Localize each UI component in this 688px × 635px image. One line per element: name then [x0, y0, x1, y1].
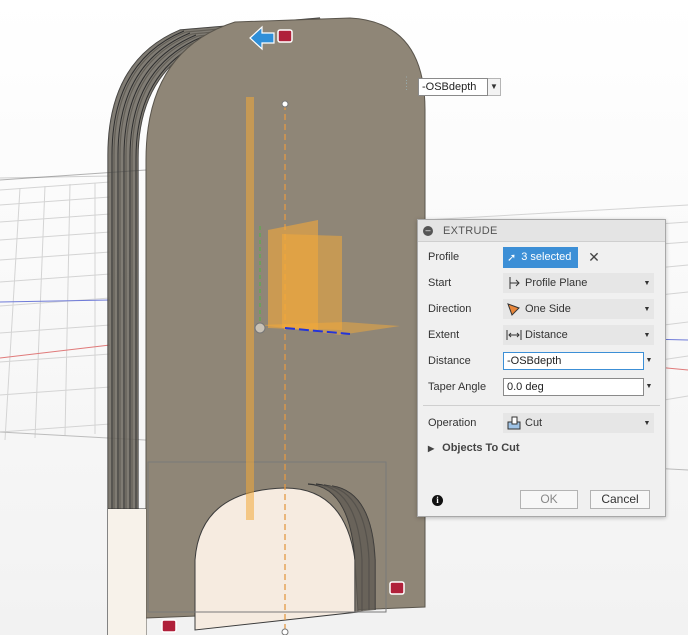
extent-label: Extent [428, 329, 460, 341]
taper-angle-label: Taper Angle [428, 381, 487, 393]
distance-input[interactable]: -OSBdepth [503, 352, 644, 370]
extrude-dialog: – EXTRUDE Profile ➚ 3 selected ✕ Start P… [417, 219, 666, 517]
floating-distance-entry[interactable]: ⋮ ⋮ -OSBdepth ▼ [402, 76, 501, 97]
profile-row: Profile ➚ 3 selected ✕ [418, 246, 667, 268]
clear-selection-icon[interactable]: ✕ [587, 246, 601, 268]
extent-dropdown[interactable]: Distance ▼ [503, 325, 654, 345]
chevron-down-icon: ▼ [643, 331, 651, 339]
cancel-button[interactable]: Cancel [590, 490, 650, 509]
start-value: Profile Plane [525, 277, 588, 289]
distance-label: Distance [428, 355, 471, 367]
cut-icon [506, 416, 522, 430]
dialog-footer: i OK Cancel [418, 490, 667, 512]
start-label: Start [428, 277, 452, 289]
taper-angle-row: Taper Angle 0.0 deg ▼ [418, 376, 667, 398]
direction-label: Direction [428, 303, 472, 315]
objects-to-cut-section[interactable]: ▶ Objects To Cut [428, 442, 520, 454]
profile-selection-count: 3 selected [521, 251, 572, 263]
chevron-down-icon: ▼ [643, 305, 651, 313]
profile-label: Profile [428, 251, 460, 263]
operation-value: Cut [525, 417, 543, 429]
operation-dropdown[interactable]: Cut ▼ [503, 413, 654, 433]
chevron-down-icon: ▼ [643, 419, 651, 427]
chevron-down-icon[interactable]: ▼ [643, 378, 655, 396]
distance-row: Distance -OSBdepth ▼ [418, 350, 667, 372]
dialog-header[interactable]: – EXTRUDE [418, 220, 665, 242]
divider [423, 405, 660, 406]
direction-row: Direction One Side ▼ [418, 298, 667, 320]
chevron-down-icon[interactable]: ▼ [643, 352, 655, 370]
floating-distance-input[interactable]: -OSBdepth [418, 78, 488, 96]
profile-selection-button[interactable]: ➚ 3 selected [503, 246, 578, 268]
taper-angle-input[interactable]: 0.0 deg [503, 378, 644, 396]
extent-value: Distance [525, 329, 568, 341]
objects-to-cut-label: Objects To Cut [442, 442, 520, 454]
direction-dropdown[interactable]: One Side ▼ [503, 299, 654, 319]
info-icon[interactable]: i [432, 495, 443, 506]
one-side-icon [506, 302, 522, 316]
operation-label: Operation [428, 417, 477, 429]
chevron-down-icon[interactable]: ▼ [488, 78, 501, 96]
cursor-icon: ➚ [507, 251, 517, 264]
start-row: Start Profile Plane ▼ [418, 272, 667, 294]
dialog-title: EXTRUDE [443, 224, 498, 237]
profile-plane-icon [506, 276, 522, 290]
arch-opening [194, 487, 359, 631]
ok-button[interactable]: OK [520, 490, 578, 509]
direction-value: One Side [525, 303, 571, 315]
operation-row: Operation Cut ▼ [418, 412, 667, 434]
extent-row: Extent Distance ▼ [418, 324, 667, 346]
distance-icon [506, 328, 522, 342]
collapse-icon[interactable]: – [423, 225, 433, 236]
chevron-down-icon: ▼ [643, 279, 651, 287]
expand-triangle-icon[interactable]: ▶ [428, 444, 434, 453]
drag-grip-icon[interactable]: ⋮ ⋮ [402, 76, 418, 97]
start-dropdown[interactable]: Profile Plane ▼ [503, 273, 654, 293]
